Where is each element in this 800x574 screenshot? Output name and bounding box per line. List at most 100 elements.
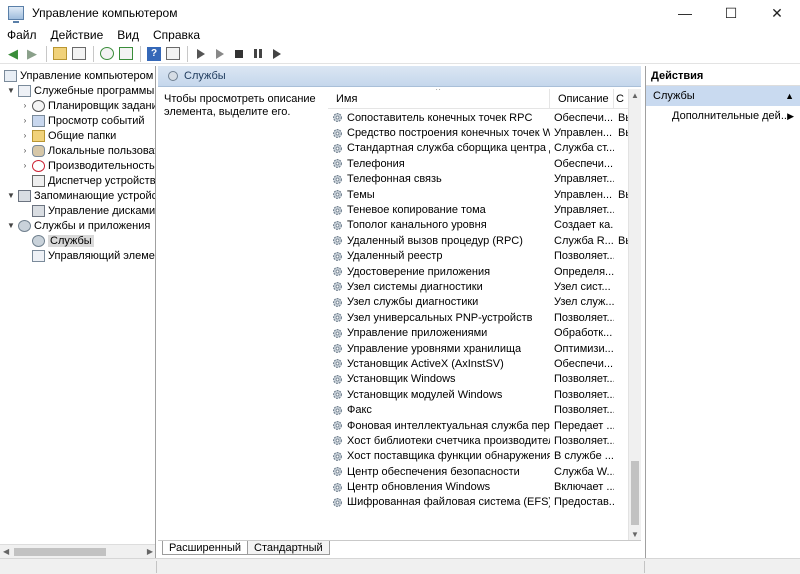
expand-toggle-icon[interactable]: ▼ xyxy=(6,86,16,95)
service-row[interactable]: Фоновая интеллектуальная служба переда..… xyxy=(328,418,628,433)
expand-toggle-icon[interactable]: ▼ xyxy=(6,221,16,230)
more-actions-item[interactable]: Дополнительные дей... ▶ xyxy=(646,106,800,126)
service-row[interactable]: Узел универсальных PNP-устройств Позволяе… xyxy=(328,310,628,325)
service-row[interactable]: Хост библиотеки счетчика производитель..… xyxy=(328,433,628,448)
show-hide-tree-button[interactable] xyxy=(70,45,88,63)
scroll-left-icon[interactable]: ◀ xyxy=(3,547,9,556)
scroll-up-icon[interactable]: ▲ xyxy=(631,91,639,100)
service-name: Узел универсальных PNP-устройств xyxy=(347,311,533,324)
services-list: ^ Имя Описание С Сопоставитель конечных … xyxy=(328,89,641,541)
stop-service-button[interactable] xyxy=(230,45,248,63)
service-row[interactable]: Сопоставитель конечных точек RPC Обеспечи… xyxy=(328,110,628,125)
service-row[interactable]: Стандартная служба сборщика центра диаг.… xyxy=(328,141,628,156)
service-row[interactable]: Хост поставщика функции обнаружения В слу… xyxy=(328,449,628,464)
service-row[interactable]: Удаленный реестр Позволяет... xyxy=(328,249,628,264)
service-name: Узел системы диагностики xyxy=(347,280,483,293)
pane-title: Службы xyxy=(184,70,226,82)
menu-help[interactable]: Справка xyxy=(146,28,207,42)
scroll-thumb[interactable] xyxy=(14,548,106,556)
expand-toggle-icon[interactable]: › xyxy=(20,116,30,125)
column-header-state[interactable]: С xyxy=(614,89,628,109)
tree-item-services[interactable]: Службы xyxy=(20,233,94,248)
help-button[interactable]: ? xyxy=(145,45,163,63)
start-service-button[interactable] xyxy=(192,45,210,63)
service-row[interactable]: Средство построения конечных точек Windo… xyxy=(328,125,628,140)
pause-service-button[interactable] xyxy=(249,45,267,63)
column-header-description[interactable]: Описание xyxy=(550,89,614,109)
menu-view[interactable]: Вид xyxy=(110,28,146,42)
service-row[interactable]: Центр обновления Windows Включает ... xyxy=(328,479,628,494)
services-vertical-scrollbar[interactable]: ▲ ▼ xyxy=(628,89,641,541)
book-icon xyxy=(32,114,45,127)
service-row[interactable]: Телефонная связь Управляет... xyxy=(328,172,628,187)
tree-item-services-and-apps[interactable]: ▼ Службы и приложения xyxy=(6,218,150,233)
users-icon xyxy=(32,144,45,157)
service-state: Вь xyxy=(618,127,628,140)
expand-toggle-icon[interactable]: › xyxy=(20,131,30,140)
scroll-down-icon[interactable]: ▼ xyxy=(631,530,639,539)
service-row[interactable]: Установщик ActiveX (AxInstSV) Обеспечи... xyxy=(328,356,628,371)
service-name: Тополог канального уровня xyxy=(347,219,487,232)
scroll-thumb[interactable] xyxy=(631,461,639,525)
minimize-button[interactable]: — xyxy=(662,0,708,26)
expand-toggle-icon[interactable]: › xyxy=(20,161,30,170)
export-list-button[interactable] xyxy=(117,45,135,63)
tree-item-task-scheduler[interactable]: › Планировщик заданий xyxy=(20,98,155,113)
service-row[interactable]: Центр обеспечения безопасности Служба W..… xyxy=(328,464,628,479)
tree-item-device-manager[interactable]: Диспетчер устройств xyxy=(20,173,155,188)
tree-item-event-viewer[interactable]: › Просмотр событий xyxy=(20,113,145,128)
start-service-alt-button[interactable] xyxy=(211,45,229,63)
tree-item-disk-management[interactable]: Управление дисками xyxy=(20,203,155,218)
tree-horizontal-scrollbar[interactable]: ◀ ▶ xyxy=(0,544,155,558)
tree-item-performance[interactable]: › Производительность xyxy=(20,158,155,173)
expand-toggle-icon[interactable]: › xyxy=(20,101,30,110)
description-area: Чтобы просмотреть описание элемента, выд… xyxy=(164,93,316,118)
column-header-label: С xyxy=(616,93,624,105)
tree-item-system-tools[interactable]: ▼ Служебные программы xyxy=(6,83,154,98)
tree-item-wmi-control[interactable]: Управляющий элемен xyxy=(20,248,156,263)
close-button[interactable]: ✕ xyxy=(754,0,800,26)
expand-toggle-icon[interactable]: › xyxy=(20,146,30,155)
tree-item-label: Управляющий элемен xyxy=(48,249,156,262)
back-button[interactable]: ◀ xyxy=(4,45,22,63)
submenu-arrow-icon: ▶ xyxy=(787,110,794,121)
device-icon xyxy=(32,174,45,187)
window-title: Управление компьютером xyxy=(32,6,178,20)
service-row[interactable]: Телефония Обеспечи... xyxy=(328,156,628,171)
service-name: Теневое копирование тома xyxy=(347,204,486,217)
collapse-up-icon[interactable]: ▲ xyxy=(785,91,794,101)
expand-toggle-icon[interactable]: ▼ xyxy=(6,191,16,200)
service-row[interactable]: Тополог канального уровня Создает ка... xyxy=(328,218,628,233)
service-row[interactable]: Теневое копирование тома Управляет... xyxy=(328,202,628,217)
maximize-button[interactable]: ☐ xyxy=(708,0,754,26)
service-row[interactable]: Управление приложениями Обработк... xyxy=(328,325,628,340)
service-gear-icon xyxy=(333,267,342,277)
menu-file[interactable]: Файл xyxy=(0,28,44,42)
tab-standard[interactable]: Стандартный xyxy=(247,541,330,555)
actions-section-services[interactable]: Службы ▲ xyxy=(646,86,800,106)
tree-item-local-users[interactable]: › Локальные пользовате xyxy=(20,143,155,158)
service-row[interactable]: Факс Позволяет... xyxy=(328,402,628,417)
menu-action[interactable]: Действие xyxy=(44,28,111,42)
show-action-pane-button[interactable] xyxy=(164,45,182,63)
service-row[interactable]: Управление уровнями хранилища Оптимизи... xyxy=(328,341,628,356)
tree-item-computer-management[interactable]: Управление компьютером (л xyxy=(2,68,155,83)
service-row[interactable]: Узел системы диагностики Узел сист... xyxy=(328,279,628,294)
up-level-button[interactable] xyxy=(51,45,69,63)
service-row[interactable]: Узел службы диагностики Узел служ... xyxy=(328,295,628,310)
forward-button[interactable]: ▶ xyxy=(23,45,41,63)
service-row[interactable]: Установщик Windows Позволяет... xyxy=(328,372,628,387)
refresh-button[interactable] xyxy=(98,45,116,63)
tab-extended[interactable]: Расширенный xyxy=(162,541,248,555)
restart-service-button[interactable] xyxy=(268,45,286,63)
service-row[interactable]: Темы Управлен... Вь xyxy=(328,187,628,202)
services-pane: Службы Чтобы просмотреть описание элемен… xyxy=(158,66,641,558)
service-row[interactable]: Шифрованная файловая система (EFS) Предос… xyxy=(328,495,628,510)
tree-item-storage[interactable]: ▼ Запоминающие устройст xyxy=(6,188,155,203)
service-row[interactable]: Удаленный вызов процедур (RPC) Служба R..… xyxy=(328,233,628,248)
scroll-right-icon[interactable]: ▶ xyxy=(147,547,153,556)
column-header-name[interactable]: ^ Имя xyxy=(328,89,550,109)
tree-item-shared-folders[interactable]: › Общие папки xyxy=(20,128,116,143)
service-row[interactable]: Удостоверение приложения Определя... xyxy=(328,264,628,279)
service-row[interactable]: Установщик модулей Windows Позволяет... xyxy=(328,387,628,402)
